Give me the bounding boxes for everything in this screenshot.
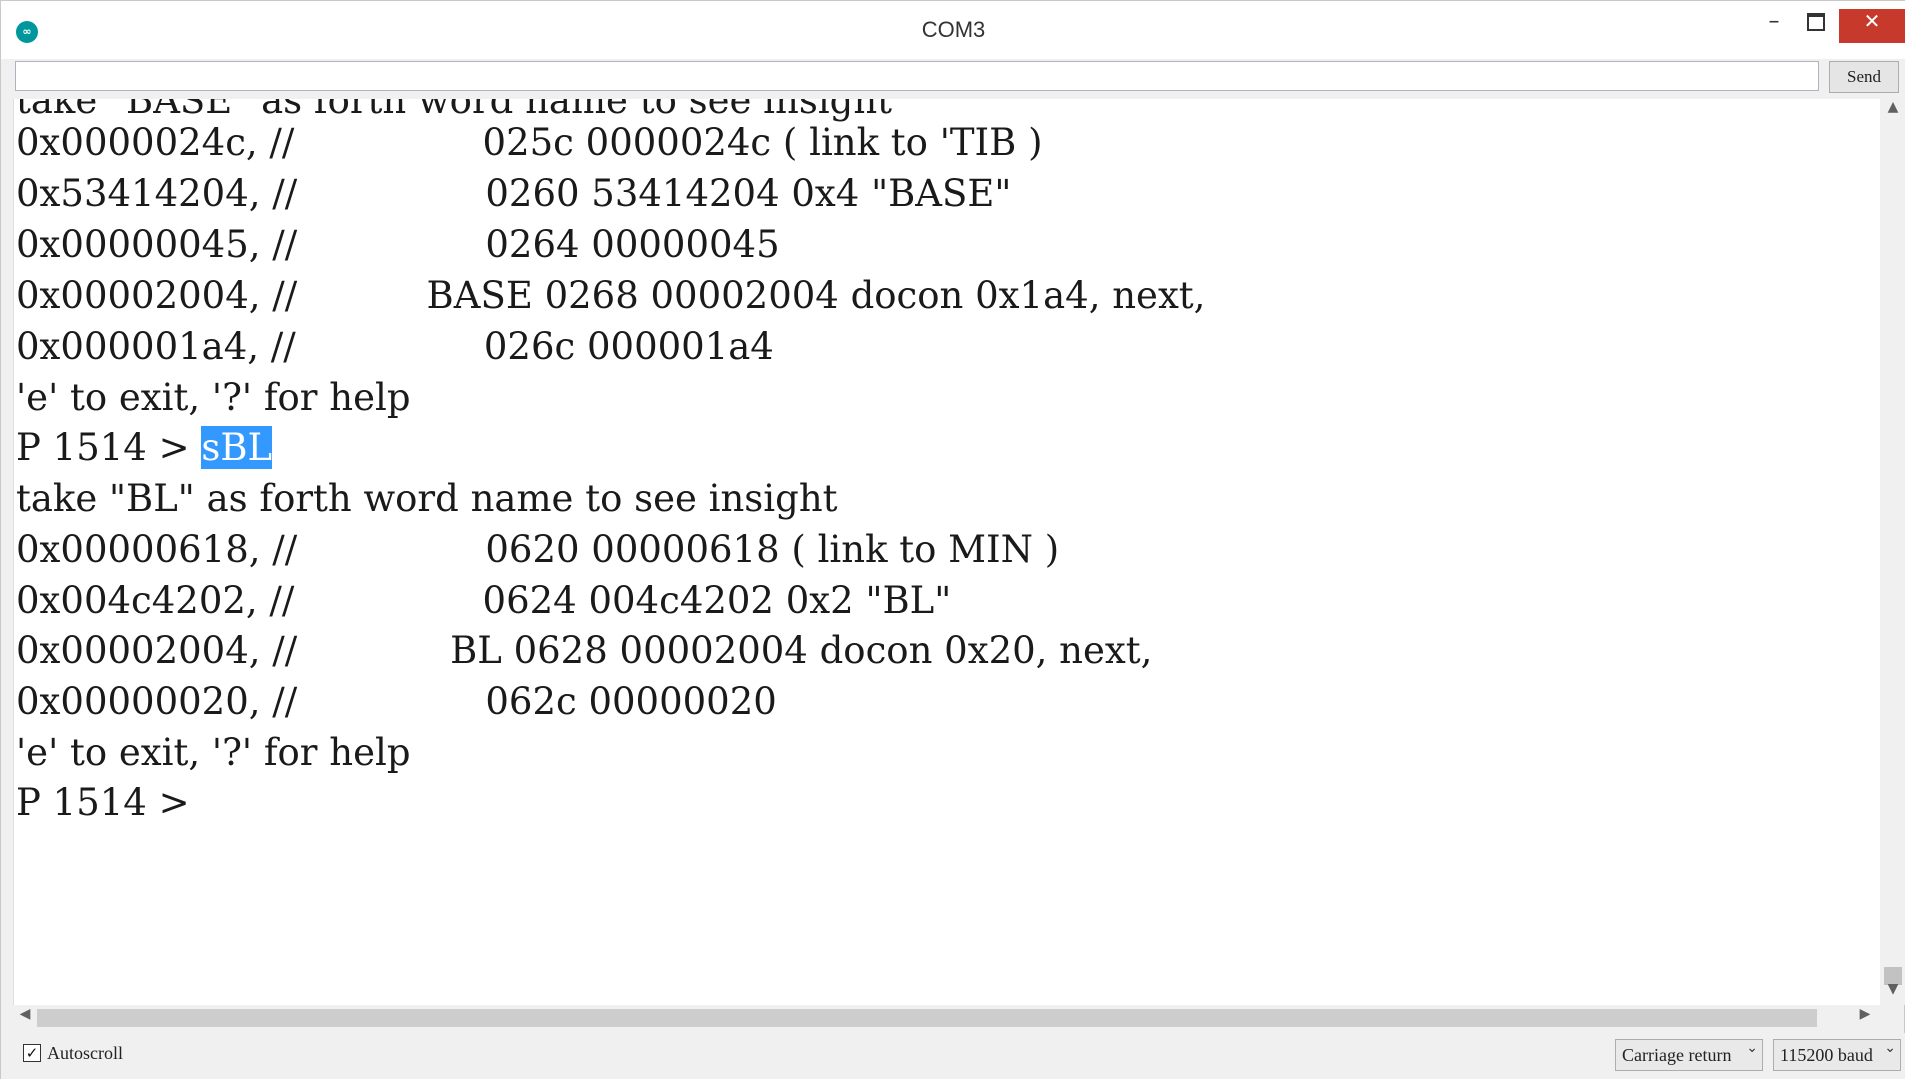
scroll-up-icon[interactable]: ▲: [1881, 99, 1905, 123]
output-line: take "BL" as forth word name to see insi…: [16, 477, 838, 520]
scroll-left-icon[interactable]: ◀: [13, 1006, 37, 1030]
output-line: 0x004c4202, // 0624 004c4202 0x2 "BL": [16, 579, 952, 622]
close-button[interactable]: ✕: [1839, 9, 1905, 43]
minimize-button[interactable]: –: [1753, 9, 1795, 45]
line-ending-select[interactable]: Carriage return ⌄: [1615, 1039, 1763, 1071]
horizontal-scroll-thumb[interactable]: [37, 1009, 1817, 1027]
output-line: 'e' to exit, '?' for help: [16, 731, 411, 774]
line-ending-value: Carriage return: [1622, 1045, 1732, 1065]
baud-rate-select[interactable]: 115200 baud ⌄: [1773, 1039, 1901, 1071]
output-line-prompt: P 1514 > sBL: [16, 426, 273, 476]
window-title: COM3: [921, 17, 986, 42]
scroll-right-icon[interactable]: ▶: [1853, 1006, 1877, 1030]
serial-monitor-window: ∞ COM3 – ✕ Send take "BASE" as forth wor…: [0, 0, 1905, 1079]
output-line: 0x00000618, // 0620 00000618 ( link to M…: [16, 528, 1060, 571]
vertical-scrollbar[interactable]: ▲ ▼: [1881, 99, 1905, 1005]
autoscroll-checkbox[interactable]: ✓: [23, 1044, 41, 1062]
output-line: 0x00000045, // 0264 00000045: [16, 223, 780, 266]
autoscroll-label: Autoscroll: [47, 1043, 123, 1063]
output-line: 0x00002004, // BL 0628 00002004 docon 0x…: [16, 629, 1153, 672]
serial-input[interactable]: [15, 61, 1819, 91]
maximize-button[interactable]: [1795, 9, 1837, 45]
serial-output[interactable]: take "BASE" as forth word name to see in…: [13, 99, 1880, 1005]
baud-rate-value: 115200 baud: [1780, 1045, 1873, 1065]
output-line: 0x0000024c, // 025c 0000024c ( link to '…: [16, 121, 1043, 164]
send-row: Send: [1, 59, 1905, 99]
output-line: 0x53414204, // 0260 53414204 0x4 "BASE": [16, 172, 1012, 215]
chevron-down-icon: ⌄: [1884, 1040, 1896, 1056]
title-bar: ∞ COM3 – ✕: [1, 1, 1905, 59]
output-line: P 1514 >: [16, 781, 190, 824]
send-button[interactable]: Send: [1829, 61, 1899, 93]
bottom-bar: ✓ Autoscroll Carriage return ⌄ 115200 ba…: [1, 1033, 1905, 1079]
maximize-icon: [1807, 13, 1825, 31]
scroll-down-icon[interactable]: ▼: [1881, 981, 1905, 1005]
output-line: 0x00002004, // BASE 0268 00002004 docon …: [16, 274, 1206, 317]
output-line: 'e' to exit, '?' for help: [16, 376, 411, 419]
output-line: 0x000001a4, // 026c 000001a4: [16, 325, 774, 368]
selected-text[interactable]: sBL: [201, 426, 273, 469]
chevron-down-icon: ⌄: [1746, 1040, 1758, 1056]
prompt-text: P 1514 >: [16, 426, 202, 469]
output-line: 0x00000020, // 062c 00000020: [16, 680, 777, 723]
horizontal-scrollbar[interactable]: ◀ ▶: [13, 1005, 1881, 1031]
